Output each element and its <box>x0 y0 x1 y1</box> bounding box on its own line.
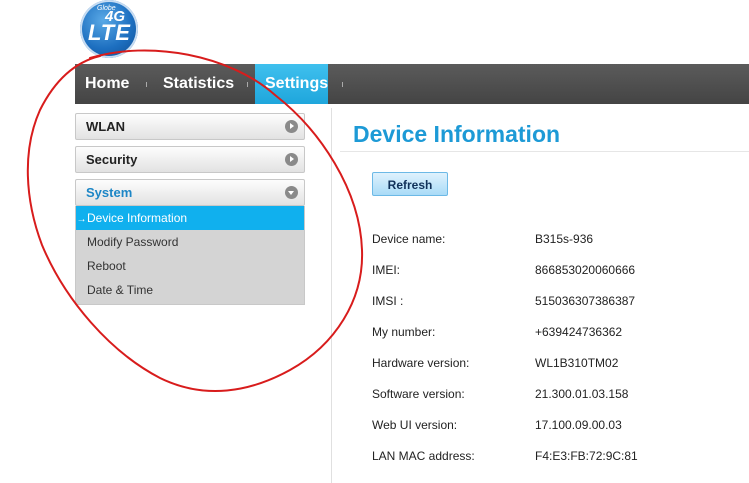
nav-separator <box>146 82 147 87</box>
info-label: Web UI version: <box>372 418 458 432</box>
sidebar-item-device-information[interactable]: →Device Information <box>76 206 304 230</box>
globe-4g-lte-logo: Globe 4G LTE <box>80 0 138 58</box>
info-row-device-name: Device name: B315s-936 <box>372 232 742 252</box>
system-submenu: →Device Information Modify Password Rebo… <box>75 206 305 305</box>
info-row-hardware-version: Hardware version: WL1B310TM02 <box>372 356 742 376</box>
info-label: LAN MAC address: <box>372 449 475 463</box>
sidebar-section-security[interactable]: Security <box>75 146 305 173</box>
info-row-my-number: My number: +639424736362 <box>372 325 742 345</box>
sidebar-item-label: Device Information <box>87 211 188 225</box>
page-title: Device Information <box>353 121 561 147</box>
chevron-down-icon <box>285 186 298 199</box>
info-value: WL1B310TM02 <box>535 356 619 370</box>
info-value: 515036307386387 <box>535 294 636 308</box>
sidebar-section-system[interactable]: System <box>75 179 305 206</box>
info-row-software-version: Software version: 21.300.01.03.158 <box>372 387 742 407</box>
nav-settings[interactable]: Settings <box>255 64 328 104</box>
sidebar-item-date-time[interactable]: Date & Time <box>76 278 304 302</box>
logo-lte: LTE <box>88 20 131 45</box>
top-navigation-bar: Home Statistics Settings <box>75 64 749 104</box>
info-label: My number: <box>372 325 436 339</box>
settings-sidebar: WLAN Security System →Device Information… <box>75 113 305 305</box>
sidebar-item-reboot[interactable]: Reboot <box>76 254 304 278</box>
nav-home[interactable]: Home <box>75 64 139 104</box>
sidebar-item-modify-password[interactable]: Modify Password <box>76 230 304 254</box>
info-value: +639424736362 <box>535 325 623 339</box>
info-label: Hardware version: <box>372 356 470 370</box>
arrow-right-icon: → <box>76 214 87 225</box>
info-value: 21.300.01.03.158 <box>535 387 629 401</box>
sidebar-section-label: Security <box>86 152 138 167</box>
info-value: 17.100.09.00.03 <box>535 418 622 432</box>
chevron-right-icon <box>285 153 298 166</box>
nav-separator <box>342 82 343 87</box>
info-value: F4:E3:FB:72:9C:81 <box>535 449 638 463</box>
content-divider <box>331 108 332 483</box>
nav-statistics[interactable]: Statistics <box>153 64 244 104</box>
sidebar-section-label: WLAN <box>86 119 125 134</box>
info-row-web-ui-version: Web UI version: 17.100.09.00.03 <box>372 418 742 438</box>
sidebar-section-wlan[interactable]: WLAN <box>75 113 305 140</box>
refresh-button[interactable]: Refresh <box>372 172 448 196</box>
chevron-right-icon <box>285 120 298 133</box>
nav-separator <box>247 82 248 87</box>
info-value: 866853020060666 <box>535 263 636 277</box>
info-label: IMEI: <box>372 263 401 277</box>
info-row-imei: IMEI: 866853020060666 <box>372 263 742 283</box>
info-label: Software version: <box>372 387 465 401</box>
info-label: Device name: <box>372 232 446 246</box>
title-underline <box>340 151 749 152</box>
info-label: IMSI : <box>372 294 404 308</box>
info-value: B315s-936 <box>535 232 594 246</box>
info-row-imsi: IMSI : 515036307386387 <box>372 294 742 314</box>
info-row-lan-mac-address: LAN MAC address: F4:E3:FB:72:9C:81 <box>372 449 742 469</box>
sidebar-section-label: System <box>86 185 133 200</box>
